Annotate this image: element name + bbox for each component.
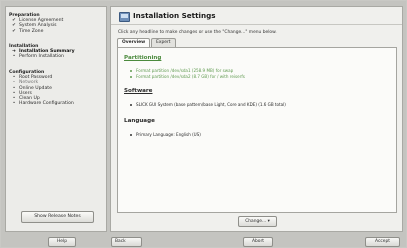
- sidebar-item-perform-installation: • Perform Installation: [9, 54, 75, 59]
- check-icon: ✔: [12, 28, 16, 34]
- item-text: SLICK GUI System (base pattern/base Ligh…: [136, 102, 286, 107]
- partitioning-headline[interactable]: Partitioning: [124, 55, 161, 61]
- show-release-notes-button[interactable]: Show Release Notes: [21, 211, 94, 223]
- bullet-icon: [130, 69, 132, 72]
- sidebar-group-preparation: Preparation ✔ License Agreement ✔ System A…: [9, 13, 63, 34]
- language-headline[interactable]: Language: [124, 118, 155, 124]
- installer-window: Preparation ✔ License Agreement ✔ System A…: [1, 1, 406, 247]
- item-text: Format partition /dev/sda1 (258.9 MB) fo…: [136, 68, 234, 73]
- sidebar-item-hardware-configuration: • Hardware Configuration: [9, 101, 74, 106]
- main-panel: Installation Settings Click any headline…: [110, 6, 403, 232]
- settings-overview: Partitioning Format partition /dev/sda1 …: [117, 47, 397, 213]
- panel-header: Installation Settings: [111, 7, 402, 25]
- step-label: Perform Installation: [19, 54, 64, 60]
- sidebar-group-installation: Installation ➔ Installation Summary • Perf…: [9, 44, 75, 60]
- page-title: Installation Settings: [133, 11, 216, 20]
- bullet-icon: [130, 103, 132, 106]
- step-label: Time Zone: [19, 28, 44, 34]
- item-text: Primary Language: English (US): [136, 132, 201, 137]
- tab-expert[interactable]: Expert: [151, 38, 176, 47]
- software-headline[interactable]: Software: [124, 88, 152, 94]
- list-item: Primary Language: English (US): [130, 132, 201, 137]
- bullet-icon: [130, 133, 132, 136]
- step-label: Hardware Configuration: [19, 101, 74, 107]
- tab-bar: Overview Expert: [117, 38, 177, 48]
- back-button[interactable]: Back: [111, 237, 142, 247]
- list-item: SLICK GUI System (base pattern/base Ligh…: [130, 102, 286, 107]
- installation-settings-icon: [119, 12, 130, 22]
- bullet-icon: •: [12, 101, 16, 107]
- list-item: Format partition /dev/sda1 (258.9 MB) fo…: [130, 68, 233, 73]
- sidebar: Preparation ✔ License Agreement ✔ System A…: [5, 6, 107, 232]
- item-text: Format partition /dev/sda2 (8.7 GB) for …: [136, 74, 245, 79]
- list-item: Format partition /dev/sda2 (8.7 GB) for …: [130, 74, 245, 79]
- chevron-down-icon: ▾: [267, 219, 270, 224]
- abort-button[interactable]: Abort: [243, 237, 273, 247]
- bullet-icon: •: [12, 54, 16, 60]
- accept-button[interactable]: Accept: [365, 237, 400, 247]
- sidebar-group-configuration: Configuration • Root Password – Network • O…: [9, 70, 74, 106]
- instructions-text: Click any headline to make changes or us…: [118, 30, 277, 35]
- help-button[interactable]: Help: [48, 237, 76, 247]
- sidebar-item-time-zone: ✔ Time Zone: [9, 29, 63, 34]
- change-menu-button[interactable]: Change... ▾: [238, 216, 277, 227]
- change-label: Change...: [245, 219, 267, 224]
- bullet-icon: [130, 75, 132, 78]
